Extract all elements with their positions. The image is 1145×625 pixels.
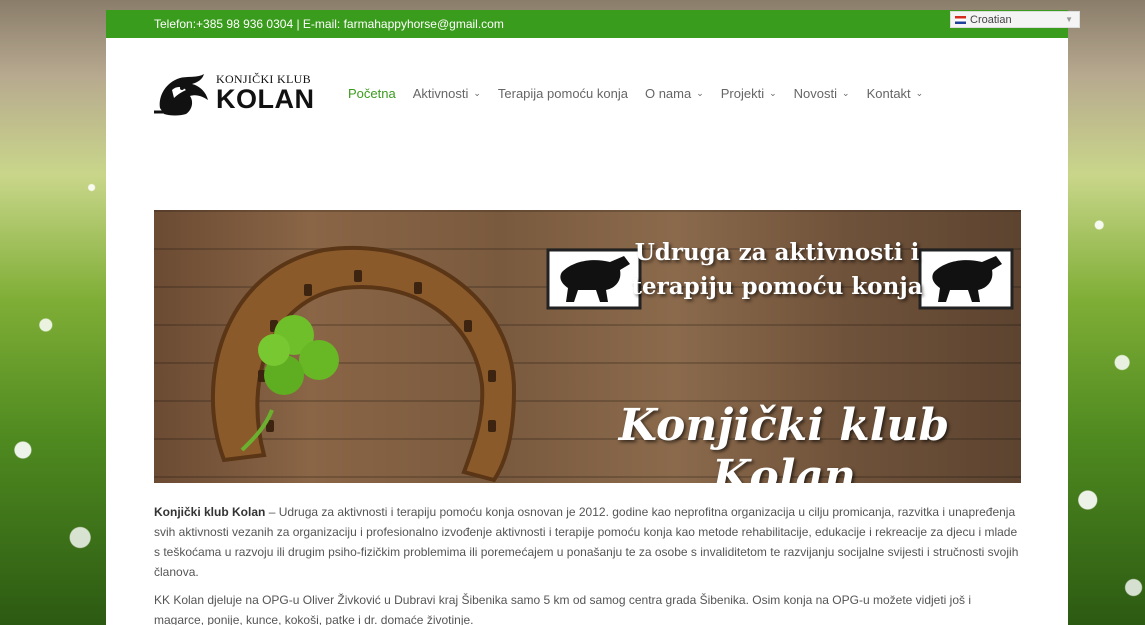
location-paragraph: KK Kolan djeluje na OPG-u Oliver Živkovi…	[154, 593, 972, 625]
site-logo[interactable]: KONJIČKI KLUB KOLAN	[152, 64, 314, 122]
croatia-flag-icon	[955, 15, 966, 24]
language-selector[interactable]: Croatian ▼	[950, 11, 1080, 28]
nav-label: O nama	[644, 86, 692, 101]
nav-item-novosti[interactable]: Novosti ⌄	[794, 86, 850, 101]
nav-label: Projekti	[720, 86, 765, 101]
banner-title: Konjički klub Kolan	[618, 400, 950, 483]
chevron-down-icon: ⌄	[842, 88, 850, 98]
page-container: Telefon:+385 98 936 0304 | E-mail: farma…	[106, 10, 1080, 625]
chevron-down-icon: ⌄	[473, 88, 481, 98]
nav-label: Aktivnosti	[412, 86, 469, 101]
intro-text: – Udruga za aktivnosti i terapiju pomoću…	[154, 505, 1019, 579]
nav-label: Novosti	[793, 86, 838, 101]
chevron-down-icon: ⌄	[696, 88, 704, 98]
club-name: Konjički klub Kolan	[154, 505, 266, 519]
language-label: Croatian	[970, 13, 1012, 26]
chevron-down-icon: ⌄	[769, 88, 777, 98]
nav-item-kontakt[interactable]: Kontakt ⌄	[867, 86, 924, 101]
nav-item-aktivnosti[interactable]: Aktivnosti ⌄	[413, 86, 481, 101]
logo-title: KOLAN	[216, 84, 315, 114]
nav-label: Početna	[348, 86, 396, 101]
contact-info: Telefon:+385 98 936 0304 | E-mail: farma…	[154, 17, 504, 31]
nav-item-pocetna[interactable]: Početna	[348, 86, 396, 101]
nav-item-terapija[interactable]: Terapija pomoću konja	[498, 86, 628, 101]
main-navigation: Početna Aktivnosti ⌄ Terapija pomoću kon…	[348, 86, 940, 101]
horse-logo-icon	[154, 74, 208, 116]
top-contact-bar: Telefon:+385 98 936 0304 | E-mail: farma…	[106, 10, 1080, 38]
site-header: KONJIČKI KLUB KOLAN Početna Aktivnosti ⌄…	[106, 38, 1068, 128]
nav-item-projekti[interactable]: Projekti ⌄	[721, 86, 777, 101]
chevron-down-icon: ▼	[1065, 15, 1073, 24]
banner-tagline: Udruga za aktivnosti i terapiju pomoću k…	[631, 239, 923, 300]
nav-label: Terapija pomoću konja	[497, 86, 628, 101]
intro-paragraph: Konjički klub Kolan – Udruga za aktivnos…	[154, 502, 1024, 582]
chevron-down-icon: ⌄	[915, 88, 924, 98]
intro-content: Konjički klub Kolan – Udruga za aktivnos…	[154, 502, 1024, 625]
nav-label: Kontakt	[866, 86, 911, 101]
nav-item-o-nama[interactable]: O nama ⌄	[645, 86, 704, 101]
hero-banner: Udruga za aktivnosti i terapiju pomoću k…	[154, 210, 1021, 483]
